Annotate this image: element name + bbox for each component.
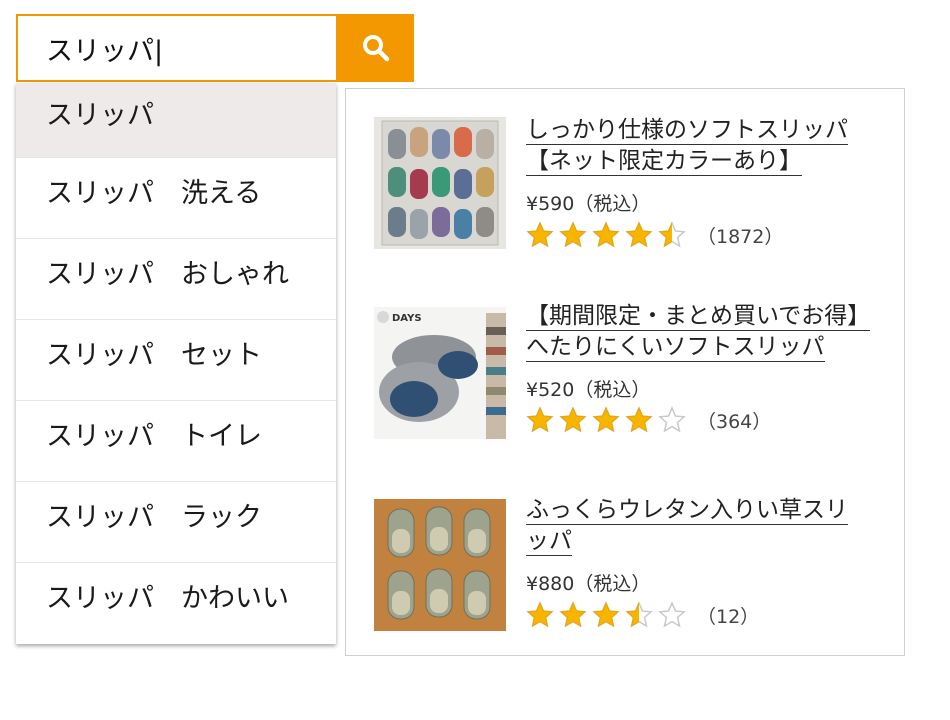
- suggestion-item[interactable]: スリッパ かわいい: [16, 563, 336, 644]
- star-filled-icon: [526, 221, 554, 248]
- product-name-line1: ふっくらウレタン入りい草スリ: [526, 497, 848, 525]
- review-count: （1872）: [697, 225, 784, 248]
- suggestion-item[interactable]: スリッパ ラック: [16, 482, 336, 563]
- search-input[interactable]: [18, 16, 336, 80]
- product-name-link[interactable]: しっかり仕様のソフトスリッパ 【ネット限定カラーあり】: [526, 115, 896, 177]
- product-rating: （1872）: [526, 220, 783, 250]
- suggestion-item[interactable]: スリッパ おしゃれ: [16, 239, 336, 320]
- star-filled-icon: [559, 221, 587, 248]
- product-name-line1: しっかり仕様のソフトスリッパ: [526, 117, 848, 145]
- brand-label: DAYS: [392, 313, 422, 324]
- star-empty-icon: [658, 406, 686, 433]
- star-filled-icon: [625, 406, 653, 433]
- star-filled-icon: [592, 601, 620, 628]
- star-rating: [526, 221, 691, 249]
- product-name-link[interactable]: 【期間限定・まとめ買いでお得】 へたりにくいソフトスリッパ: [526, 301, 896, 363]
- product-name-line2: ッパ: [526, 528, 572, 556]
- star-filled-icon: [559, 406, 587, 433]
- review-count: （12）: [697, 605, 760, 628]
- star-empty-icon: [658, 601, 686, 628]
- star-half-icon: [658, 221, 686, 248]
- product-rating: （364）: [526, 405, 771, 435]
- gray-slipper-image[interactable]: DAYS: [374, 307, 506, 439]
- product-panel: しっかり仕様のソフトスリッパ 【ネット限定カラーあり】 ¥590（税込） （18…: [345, 88, 905, 656]
- product-price: ¥590（税込）: [526, 193, 651, 215]
- review-count: （364）: [697, 410, 772, 433]
- star-filled-icon: [526, 601, 554, 628]
- star-filled-icon: [592, 221, 620, 248]
- star-half-icon: [625, 601, 653, 628]
- star-filled-icon: [592, 406, 620, 433]
- product-name-link[interactable]: ふっくらウレタン入りい草スリ ッパ: [526, 495, 896, 557]
- search-icon: [363, 35, 390, 62]
- star-filled-icon: [526, 406, 554, 433]
- product-name-line2: へたりにくいソフトスリッパ: [526, 334, 825, 362]
- suggestion-item[interactable]: スリッパ 洗える: [16, 158, 336, 239]
- product-name-line1: 【期間限定・まとめ買いでお得】: [526, 303, 871, 331]
- star-filled-icon: [625, 221, 653, 248]
- search-button[interactable]: [338, 14, 414, 82]
- slipper-rack-image[interactable]: [374, 117, 506, 249]
- product-price: ¥880（税込）: [526, 573, 651, 595]
- star-rating: [526, 406, 691, 434]
- product-name-line2: 【ネット限定カラーあり】: [526, 148, 802, 176]
- product-rating: （12）: [526, 600, 759, 630]
- suggestion-item[interactable]: スリッパ セット: [16, 320, 336, 401]
- star-filled-icon: [559, 601, 587, 628]
- suggestion-item[interactable]: スリッパ: [16, 83, 336, 158]
- suggestion-item[interactable]: スリッパ トイレ: [16, 401, 336, 482]
- star-rating: [526, 601, 691, 629]
- rush-slippers-image[interactable]: [374, 499, 506, 631]
- search-box: [16, 14, 338, 82]
- product-price: ¥520（税込）: [526, 379, 651, 401]
- suggestion-list: スリッパ スリッパ 洗える スリッパ おしゃれ スリッパ セット スリッパ トイ…: [16, 83, 336, 644]
